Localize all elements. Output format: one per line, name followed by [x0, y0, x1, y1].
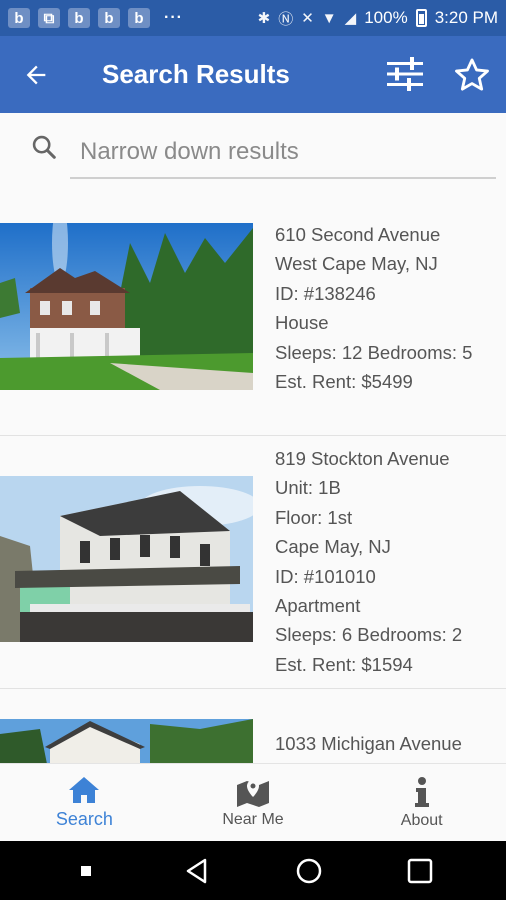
sleeps-line: Sleeps: 6 Bedrooms: 2: [275, 624, 463, 646]
property-details: 610 Second Avenue West Cape May, NJ ID: …: [275, 220, 472, 396]
address-line: 819 Stockton Avenue: [275, 448, 450, 469]
search-bar: [0, 113, 506, 203]
bottom-navigation: Search Near Me About: [0, 763, 506, 841]
arrow-back-icon: [26, 65, 46, 84]
nav-label: Near Me: [222, 810, 284, 828]
type-line: Apartment: [275, 595, 361, 617]
property-photo: [0, 223, 253, 390]
signal-icon: ◢: [344, 10, 357, 27]
address-line: 610 Second Avenue: [275, 224, 441, 245]
notification-b-icon: b: [128, 8, 150, 28]
notification-b-icon: b: [68, 8, 90, 28]
nav-about[interactable]: About: [337, 764, 506, 841]
clock: 3:20 PM: [434, 8, 498, 27]
unit-line: Unit: 1B: [275, 477, 341, 499]
star-outline-icon: [455, 58, 489, 91]
overflow-dots: ···: [164, 9, 183, 26]
address-line: 1033 Michigan Avenue: [275, 733, 462, 754]
sleeps-line: Sleeps: 12 Bedrooms: 5: [275, 341, 473, 363]
filter-button[interactable]: [383, 54, 427, 94]
battery-icon: [415, 9, 427, 27]
city-line: West Cape May, NJ: [275, 253, 438, 275]
notification-copy-icon: ⧉: [38, 8, 60, 28]
search-icon: [32, 135, 56, 159]
recents-dot-button[interactable]: [66, 851, 106, 891]
nav-search[interactable]: Search: [0, 764, 169, 841]
notification-b-icon: b: [8, 8, 30, 28]
page-title: Search Results: [102, 59, 290, 89]
search-input[interactable]: [70, 127, 496, 179]
list-item[interactable]: 610 Second Avenue West Cape May, NJ ID: …: [0, 203, 506, 436]
id-line: ID: #101010: [275, 565, 376, 587]
list-item[interactable]: 1033 Michigan Avenue: [0, 689, 506, 763]
rent-line: Est. Rent: $1594: [275, 653, 413, 675]
id-line: ID: #138246: [275, 282, 376, 304]
mute-icon: ✕: [301, 10, 314, 27]
filter-sliders-icon: [387, 57, 423, 91]
triangle-back-icon: [187, 858, 207, 883]
square-overview-icon: [408, 858, 433, 883]
city-line: Cape May, NJ: [275, 536, 391, 558]
map-pin-icon: [237, 779, 269, 807]
home-nav-button[interactable]: [289, 851, 329, 891]
type-line: House: [275, 312, 329, 334]
info-icon: [414, 776, 429, 807]
property-details: 819 Stockton Avenue Unit: 1B Floor: 1st …: [275, 444, 462, 679]
notification-icons: b ⧉ b b b ···: [8, 8, 183, 28]
app-bar: Search Results: [0, 36, 506, 113]
list-item[interactable]: 819 Stockton Avenue Unit: 1B Floor: 1st …: [0, 436, 506, 689]
back-nav-button[interactable]: [177, 851, 217, 891]
nav-near-me[interactable]: Near Me: [169, 764, 338, 841]
wifi-icon: ▼: [321, 9, 337, 27]
nav-label: Search: [55, 809, 113, 829]
bluetooth-icon: ✱: [257, 10, 271, 27]
property-photo: [0, 476, 253, 642]
nfc-icon: Ⓝ: [278, 10, 294, 28]
battery-percent: 100%: [364, 8, 408, 27]
status-bar: b ⧉ b b b ··· ✱ Ⓝ ✕ ▼ ◢ 100% 3:20 PM: [0, 0, 506, 36]
property-photo: [0, 719, 253, 763]
system-navigation-bar: [0, 841, 506, 900]
back-button[interactable]: [0, 36, 72, 113]
small-square-icon: [80, 865, 91, 876]
property-details: 1033 Michigan Avenue: [275, 729, 462, 758]
results-list: 610 Second Avenue West Cape May, NJ ID: …: [0, 203, 506, 763]
home-icon: [69, 777, 100, 803]
favorite-button[interactable]: [450, 53, 494, 97]
notification-b-icon: b: [98, 8, 120, 28]
circle-home-icon: [296, 858, 321, 883]
rent-line: Est. Rent: $5499: [275, 371, 413, 393]
overview-nav-button[interactable]: [400, 851, 440, 891]
nav-label: About: [400, 811, 443, 829]
floor-line: Floor: 1st: [275, 506, 353, 528]
